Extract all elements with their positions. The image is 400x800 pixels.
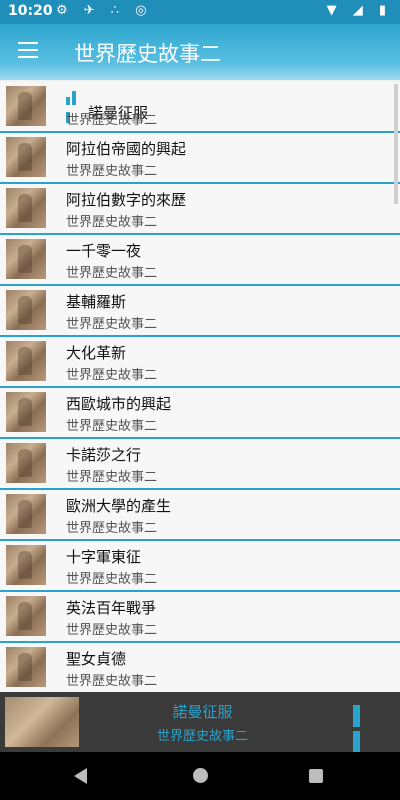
track-thumbnail — [6, 392, 46, 432]
player-title: 諾曼征服 — [172, 703, 233, 721]
track-thumbnail — [6, 545, 46, 585]
system-nav-bar — [0, 752, 400, 800]
status-notification-icons: ⚙ ✈ ∴ ◎ — [56, 3, 153, 18]
list-item[interactable]: 阿拉伯數字的來歷 世界歷史故事二 — [0, 184, 400, 235]
list-item[interactable]: 一千零一夜 世界歷史故事二 — [0, 235, 400, 286]
track-title: 基輔羅斯 — [66, 293, 127, 311]
list-item[interactable]: 基輔羅斯 世界歷史故事二 — [0, 286, 400, 337]
track-title: 歐洲大學的產生 — [66, 497, 172, 515]
track-thumbnail — [6, 596, 46, 636]
track-title: 十字軍東征 — [66, 548, 142, 566]
mini-player[interactable]: 諾曼征服 世界歷史故事二 — [0, 692, 400, 753]
track-subtitle: 世界歷史故事二 — [66, 572, 158, 587]
track-subtitle: 世界歷史故事二 — [66, 368, 158, 383]
track-thumbnail — [6, 86, 46, 126]
status-time: 10:20 — [8, 3, 53, 19]
status-system-icons: ▼ ◢ ▮ — [326, 3, 392, 18]
track-subtitle: 世界歷史故事二 — [66, 317, 158, 332]
track-title: 聖女貞德 — [66, 650, 127, 668]
nav-home-icon[interactable] — [193, 768, 208, 783]
track-thumbnail — [6, 290, 46, 330]
list-item[interactable]: 卡諾莎之行 世界歷史故事二 — [0, 439, 400, 490]
app-bar: 世界歷史故事二 — [0, 24, 400, 80]
list-item[interactable]: 西歐城市的興起 世界歷史故事二 — [0, 388, 400, 439]
track-subtitle: 世界歷史故事二 — [66, 470, 158, 485]
track-thumbnail — [6, 239, 46, 279]
track-list[interactable]: 諾曼征服 世界歷史故事二 阿拉伯帝國的興起 世界歷史故事二 阿拉伯數字的來歷 世… — [0, 82, 400, 692]
track-title: 阿拉伯數字的來歷 — [66, 191, 187, 209]
track-title: 大化革新 — [66, 344, 127, 362]
status-bar: 10:20 ⚙ ✈ ∴ ◎ ▼ ◢ ▮ — [0, 0, 400, 24]
list-item[interactable]: 歐洲大學的產生 世界歷史故事二 — [0, 490, 400, 541]
track-thumbnail — [6, 443, 46, 483]
track-thumbnail — [6, 137, 46, 177]
equalizer-icon — [66, 87, 82, 123]
list-item[interactable]: 阿拉伯帝國的興起 世界歷史故事二 — [0, 133, 400, 184]
list-item[interactable]: 大化革新 世界歷史故事二 — [0, 337, 400, 388]
track-subtitle: 世界歷史故事二 — [66, 113, 158, 128]
track-subtitle: 世界歷史故事二 — [66, 623, 158, 638]
app-title: 世界歷史故事二 — [74, 42, 221, 66]
scrollbar[interactable] — [394, 84, 398, 204]
track-thumbnail — [6, 188, 46, 228]
list-item[interactable]: 十字軍東征 世界歷史故事二 — [0, 541, 400, 592]
track-subtitle: 世界歷史故事二 — [66, 215, 158, 230]
track-subtitle: 世界歷史故事二 — [66, 521, 158, 536]
track-thumbnail — [6, 494, 46, 534]
track-title: 英法百年戰爭 — [66, 599, 157, 617]
list-item[interactable]: 諾曼征服 世界歷史故事二 — [0, 82, 400, 133]
list-item[interactable]: 英法百年戰爭 世界歷史故事二 — [0, 592, 400, 643]
player-thumbnail — [5, 697, 79, 747]
track-title: 卡諾莎之行 — [66, 446, 142, 464]
track-subtitle: 世界歷史故事二 — [66, 164, 158, 179]
nav-recent-icon[interactable] — [309, 769, 323, 783]
track-thumbnail — [6, 341, 46, 381]
pause-icon[interactable] — [353, 705, 375, 753]
track-subtitle: 世界歷史故事二 — [66, 674, 158, 689]
track-subtitle: 世界歷史故事二 — [66, 419, 158, 434]
player-subtitle: 世界歷史故事二 — [156, 729, 248, 744]
track-title: 西歐城市的興起 — [66, 395, 172, 413]
track-subtitle: 世界歷史故事二 — [66, 266, 158, 281]
track-title: 阿拉伯帝國的興起 — [66, 140, 187, 158]
nav-back-icon[interactable] — [74, 768, 87, 784]
track-thumbnail — [6, 647, 46, 687]
menu-icon[interactable] — [18, 42, 38, 58]
track-title: 一千零一夜 — [66, 242, 142, 260]
list-item[interactable]: 聖女貞德 世界歷史故事二 — [0, 643, 400, 692]
